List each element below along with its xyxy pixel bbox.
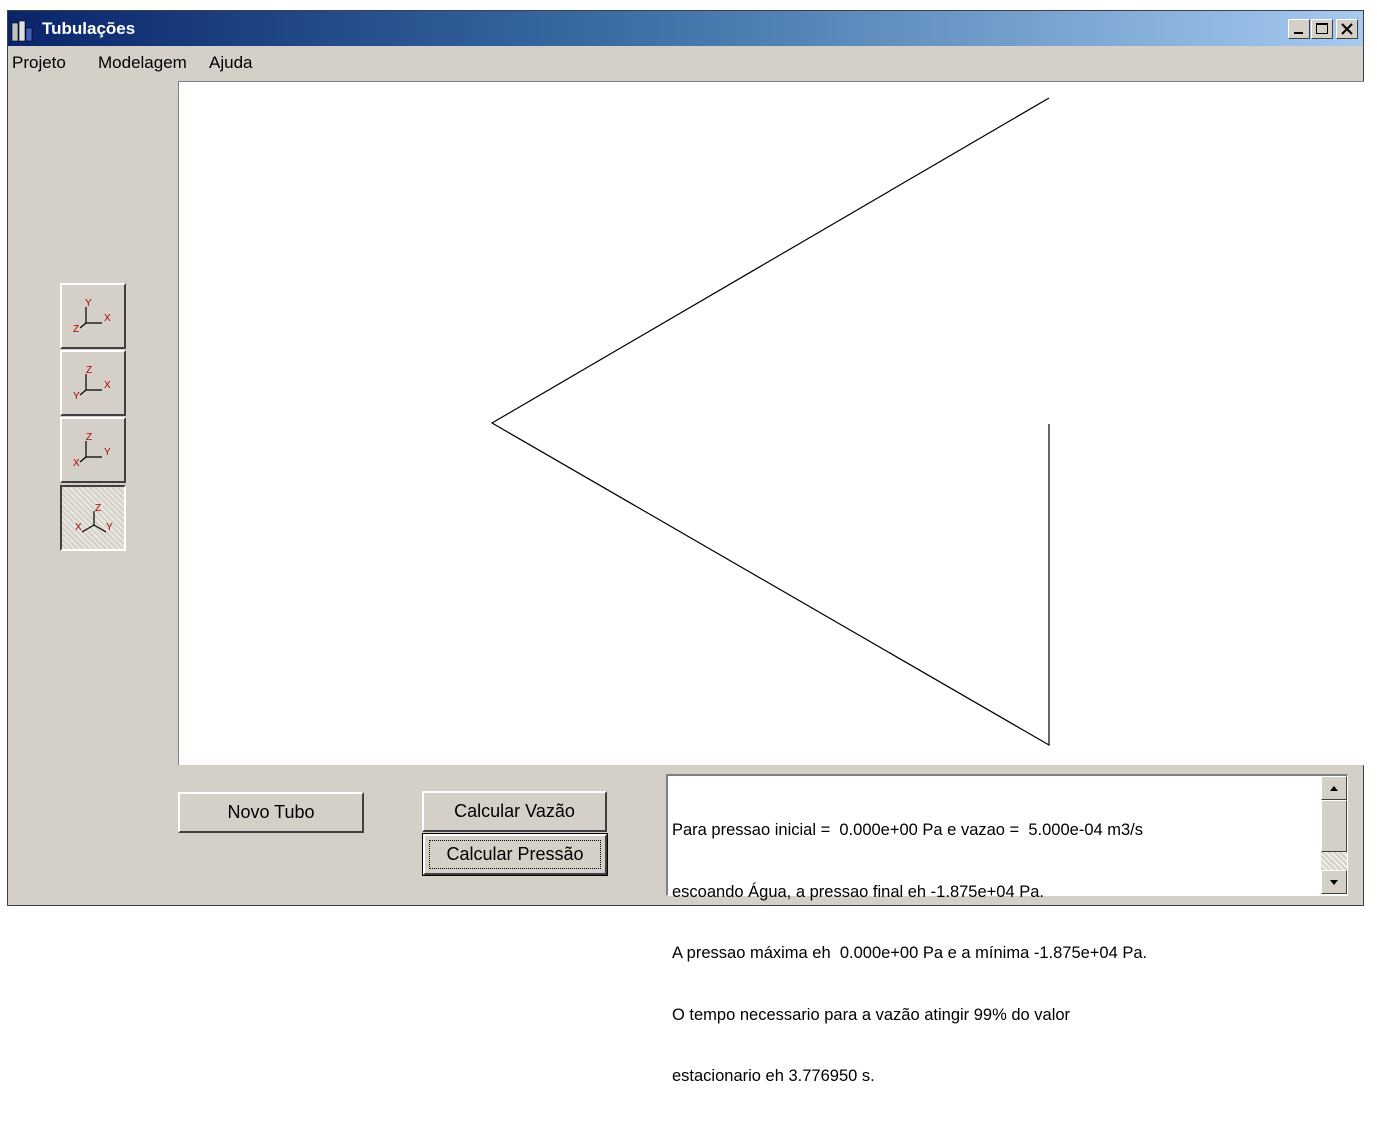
svg-text:Y: Y xyxy=(104,447,111,458)
svg-text:X: X xyxy=(73,458,80,469)
arrow-up-icon xyxy=(1330,786,1338,791)
window-title: Tubulações xyxy=(42,19,136,38)
minimize-button[interactable] xyxy=(1288,19,1310,39)
svg-text:Z: Z xyxy=(73,324,79,335)
drawing-canvas[interactable] xyxy=(178,81,1364,765)
output-line: Para pressao inicial = 0.000e+00 Pa e va… xyxy=(672,821,1144,839)
output-line: O tempo necessario para a vazão atingir … xyxy=(672,1005,1071,1024)
view-xy-button[interactable]: Y X Z xyxy=(60,283,126,349)
svg-text:Y: Y xyxy=(106,522,113,533)
axes-isometric-view-icon: Z Y X xyxy=(75,503,113,533)
svg-text:X: X xyxy=(104,313,111,324)
menu-bar: Projeto Modelagem Ajuda xyxy=(8,47,1363,77)
menu-modelagem[interactable]: Modelagem xyxy=(98,53,187,73)
building-icon xyxy=(11,20,33,42)
svg-text:Z: Z xyxy=(95,503,101,514)
arrow-down-icon xyxy=(1330,880,1338,885)
novo-tubo-button[interactable]: Novo Tubo xyxy=(178,792,364,833)
focus-rect xyxy=(429,840,601,869)
novo-tubo-label: Novo Tubo xyxy=(227,802,315,822)
close-button[interactable] xyxy=(1336,19,1358,39)
title-bar[interactable]: Tubulações xyxy=(8,11,1363,46)
svg-text:X: X xyxy=(75,522,82,533)
pipe-drawing xyxy=(490,97,1050,747)
app-window: Tubulações Projeto Modelagem Ajuda Y X Z… xyxy=(7,10,1364,1085)
maximize-button[interactable] xyxy=(1311,19,1333,39)
scroll-up-button[interactable] xyxy=(1321,776,1347,800)
axes-xy-view-icon: Y X Z xyxy=(73,298,111,335)
calcular-vazao-button[interactable]: Calcular Vazão xyxy=(422,791,607,832)
svg-text:X: X xyxy=(104,380,111,391)
menu-ajuda[interactable]: Ajuda xyxy=(209,53,252,73)
output-textarea[interactable]: Para pressao inicial = 0.000e+00 Pa e va… xyxy=(666,774,1348,1085)
minimize-icon xyxy=(1294,32,1303,34)
view-yz-button[interactable]: Z Y X xyxy=(60,417,126,483)
svg-text:Y: Y xyxy=(85,298,92,309)
close-icon xyxy=(1341,23,1353,35)
scroll-down-button[interactable] xyxy=(1321,870,1347,894)
maximize-icon xyxy=(1316,23,1328,34)
output-line: escoando Água, a pressao final eh -1.875… xyxy=(672,882,1044,901)
output-line: A pressao máxima eh 0.000e+00 Pa e a mín… xyxy=(672,944,1148,962)
output-text: Para pressao inicial = 0.000e+00 Pa e va… xyxy=(672,779,1312,1128)
axes-yz-view-icon: Z Y X xyxy=(73,432,111,469)
calcular-vazao-label: Calcular Vazão xyxy=(454,801,575,821)
menu-projeto[interactable]: Projeto xyxy=(12,53,66,73)
pipe-path xyxy=(490,97,1050,747)
view-xz-button[interactable]: Z X Y xyxy=(60,350,126,416)
view-isometric-button[interactable]: Z Y X xyxy=(60,485,126,551)
svg-text:Z: Z xyxy=(86,365,92,376)
output-line: estacionario eh 3.776950 s. xyxy=(672,1067,875,1085)
vertical-scrollbar[interactable] xyxy=(1321,776,1347,894)
svg-text:Z: Z xyxy=(86,432,92,443)
scroll-thumb[interactable] xyxy=(1321,800,1347,852)
axes-xz-view-icon: Z X Y xyxy=(73,365,111,402)
svg-text:Y: Y xyxy=(73,391,80,402)
calcular-pressao-button[interactable]: Calcular Pressão xyxy=(422,833,608,876)
